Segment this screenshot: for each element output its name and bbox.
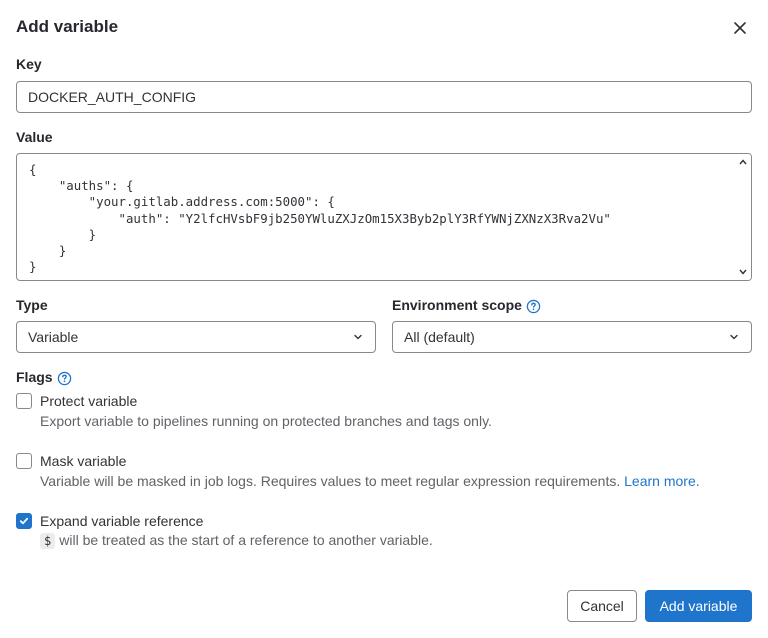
expand-variable-help-text: will be treated as the start of a refere… [59, 532, 433, 548]
scroll-down-icon[interactable] [738, 267, 748, 277]
mask-variable-help-text: Variable will be masked in job logs. Req… [40, 473, 621, 489]
environment-scope-label-text: Environment scope [392, 297, 522, 313]
protect-variable-checkbox[interactable] [16, 393, 32, 409]
value-scrollbar[interactable] [735, 154, 751, 280]
expand-variable-label[interactable]: Expand variable reference [40, 513, 203, 529]
modal-title: Add variable [16, 17, 119, 36]
cancel-button[interactable]: Cancel [567, 590, 637, 622]
value-textarea-content: { "auths": { "your.gitlab.address.com:50… [29, 162, 611, 275]
value-textarea[interactable]: { "auths": { "your.gitlab.address.com:50… [16, 153, 752, 281]
chevron-down-icon [730, 334, 738, 340]
key-label: Key [16, 56, 42, 72]
flags-label: Flags [16, 369, 72, 386]
environment-scope-select[interactable]: All (default) [392, 321, 752, 353]
mask-variable-help: Variable will be masked in job logs. Req… [40, 473, 700, 489]
protect-variable-help: Export variable to pipelines running on … [40, 413, 492, 429]
flags-label-text: Flags [16, 369, 53, 385]
mask-variable-help-suffix: . [695, 473, 700, 489]
question-circle-icon[interactable] [57, 371, 72, 386]
type-select-value: Variable [28, 329, 79, 345]
mask-variable-label[interactable]: Mask variable [40, 453, 126, 469]
add-variable-modal: Add variable Key DOCKER_AUTH_CONFIG Valu… [0, 0, 768, 638]
protect-variable-label[interactable]: Protect variable [40, 393, 137, 409]
value-label: Value [16, 129, 53, 145]
key-input[interactable]: DOCKER_AUTH_CONFIG [16, 81, 752, 113]
learn-more-link[interactable]: Learn more [624, 473, 696, 489]
type-label: Type [16, 297, 48, 313]
question-circle-icon[interactable] [526, 299, 541, 314]
check-icon [19, 517, 29, 525]
mask-variable-checkbox[interactable] [16, 453, 32, 469]
dollar-code-chip: $ [40, 533, 56, 549]
type-select[interactable]: Variable [16, 321, 376, 353]
expand-variable-help: $ will be treated as the start of a refer… [40, 532, 433, 549]
close-button[interactable] [726, 14, 754, 42]
environment-scope-label: Environment scope [392, 297, 541, 314]
expand-variable-checkbox[interactable] [16, 513, 32, 529]
chevron-down-icon [354, 334, 362, 340]
add-variable-button[interactable]: Add variable [645, 590, 752, 622]
environment-scope-select-value: All (default) [404, 329, 475, 345]
close-icon [734, 22, 746, 34]
key-input-value: DOCKER_AUTH_CONFIG [28, 89, 197, 105]
scroll-up-icon[interactable] [738, 157, 748, 167]
